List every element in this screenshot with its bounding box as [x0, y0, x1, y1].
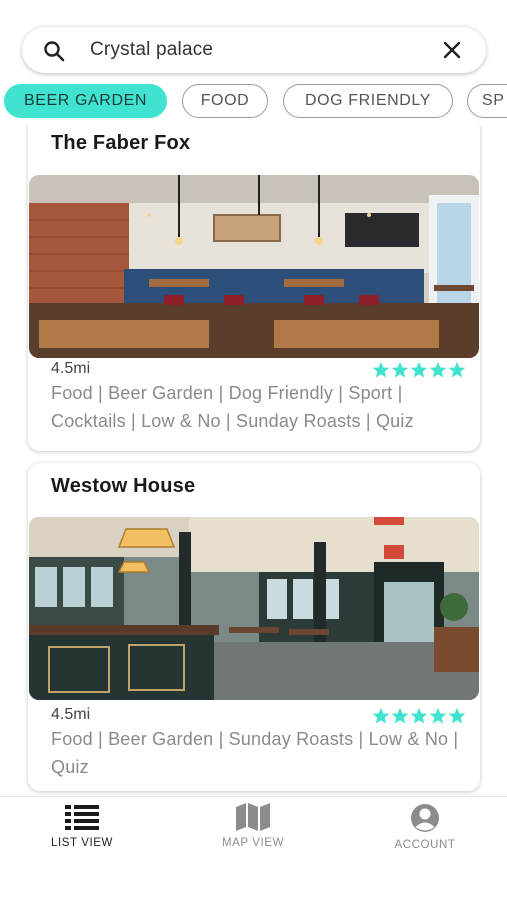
chip-sport[interactable]: SP: [467, 84, 507, 118]
close-icon[interactable]: [442, 40, 462, 60]
filter-chips: BEER GARDEN FOOD DOG FRIENDLY SP: [0, 84, 507, 120]
venue-name: The Faber Fox: [51, 132, 191, 154]
rating-stars: [372, 707, 466, 725]
star-icon: [391, 707, 409, 724]
star-icon: [410, 361, 428, 378]
venue-photo[interactable]: [29, 175, 479, 358]
nav-list-label: LIST VIEW: [50, 837, 114, 849]
list-icon: [65, 805, 99, 830]
venue-tags: Food | Beer Garden | Sunday Roasts | Low…: [51, 729, 459, 777]
search-bar[interactable]: [22, 27, 486, 73]
star-icon: [429, 707, 447, 724]
venue-card[interactable]: Westow House 4.5mi Food | Beer Garden | …: [28, 463, 480, 791]
map-icon: [236, 803, 270, 831]
star-icon: [429, 361, 447, 378]
star-icon: [372, 707, 390, 724]
star-icon: [448, 361, 466, 378]
chip-food[interactable]: FOOD: [182, 84, 268, 118]
venue-distance: 4.5mi: [51, 706, 91, 723]
nav-account-label: ACCOUNT: [394, 839, 456, 851]
pub-interior-image: [29, 517, 479, 700]
pub-interior-image: [29, 175, 479, 358]
venue-card[interactable]: The Faber Fox 4.5mi Food | Beer Garden |…: [28, 125, 480, 451]
star-icon: [391, 361, 409, 378]
nav-map-label: MAP VIEW: [221, 837, 285, 849]
nav-account[interactable]: ACCOUNT: [365, 803, 485, 855]
nav-list-view[interactable]: LIST VIEW: [22, 803, 142, 855]
bottom-nav: LIST VIEW MAP VIEW ACCOUNT: [0, 796, 507, 856]
star-icon: [448, 707, 466, 724]
star-icon: [372, 361, 390, 378]
star-icon: [410, 707, 428, 724]
account-icon: [411, 804, 439, 832]
venue-name: Westow House: [51, 475, 196, 497]
chip-beer-garden[interactable]: BEER GARDEN: [4, 84, 167, 118]
nav-map-view[interactable]: MAP VIEW: [193, 803, 313, 855]
venue-photo[interactable]: [29, 517, 479, 700]
search-icon[interactable]: [42, 39, 66, 63]
search-input[interactable]: [90, 27, 430, 73]
rating-stars: [372, 361, 466, 379]
chip-dog-friendly[interactable]: DOG FRIENDLY: [283, 84, 453, 118]
venue-list[interactable]: The Faber Fox 4.5mi Food | Beer Garden |…: [0, 125, 507, 795]
venue-tags: Food | Beer Garden | Dog Friendly | Spor…: [51, 383, 414, 431]
venue-distance: 4.5mi: [51, 360, 91, 377]
